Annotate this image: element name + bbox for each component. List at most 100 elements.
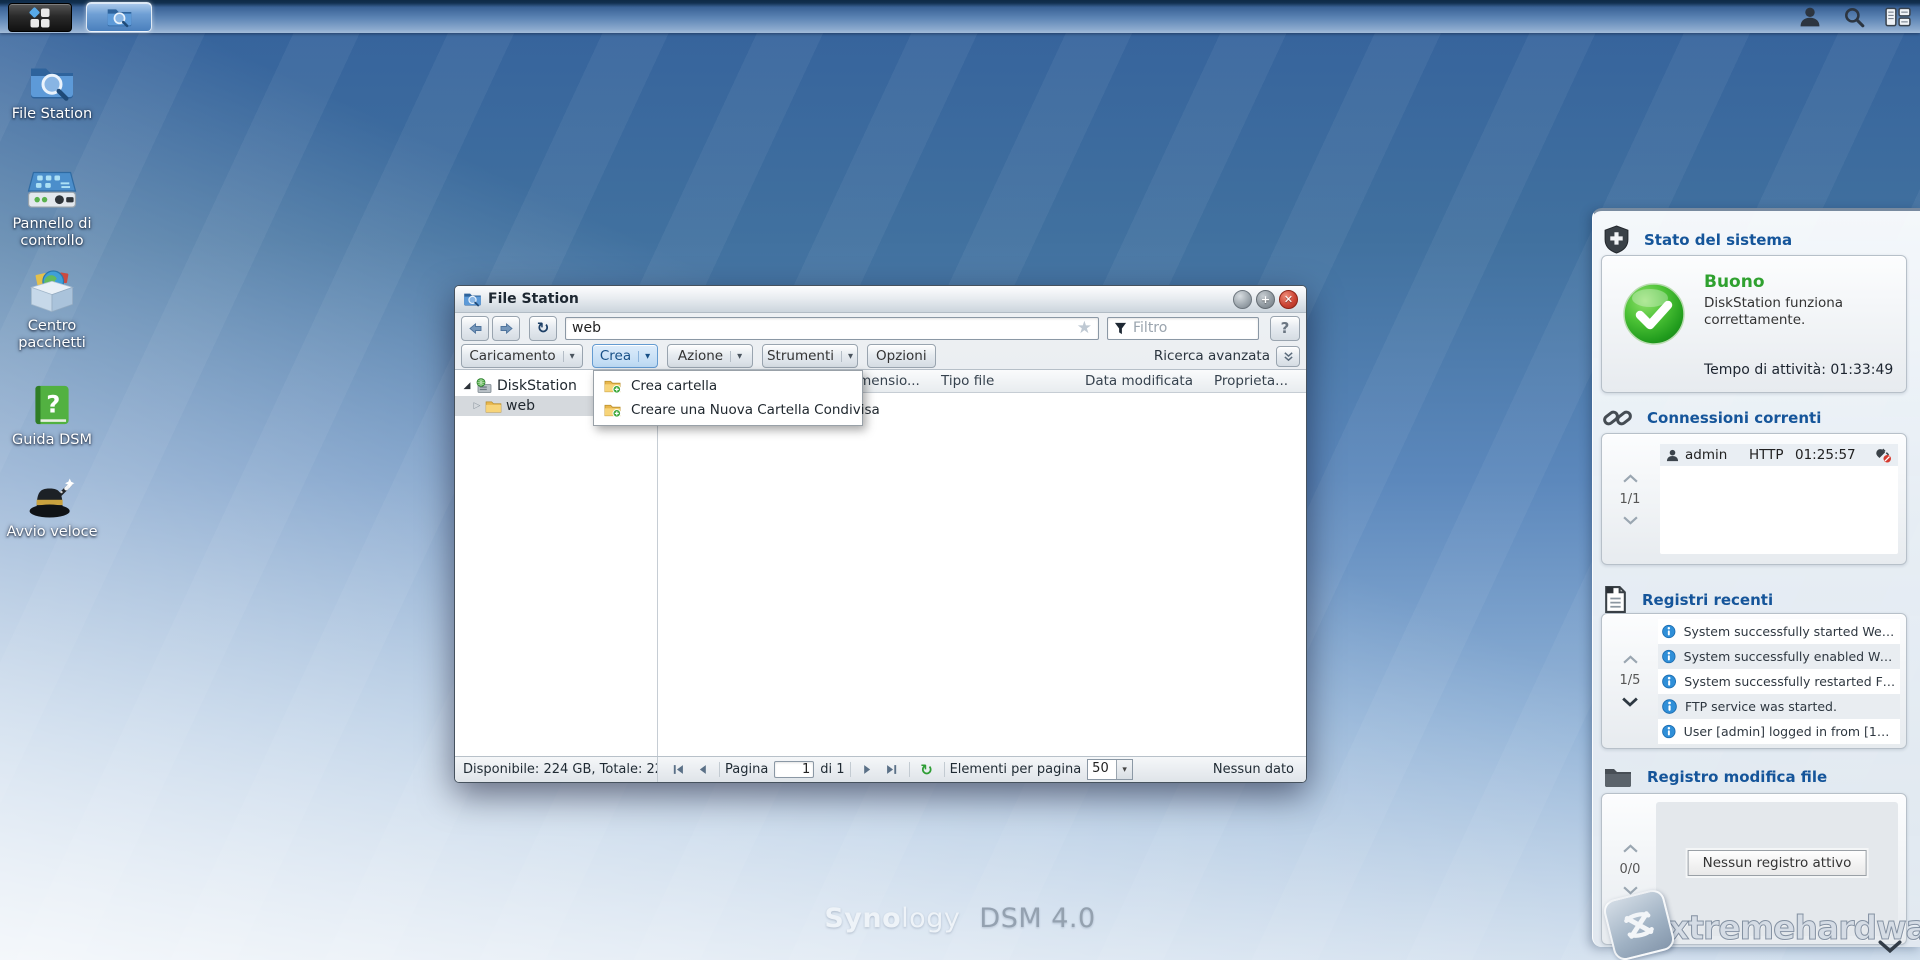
path-field: ★ [565, 316, 1099, 340]
help-button[interactable]: ? [1270, 315, 1300, 341]
menu-item-create-folder[interactable]: Crea cartella [594, 374, 862, 398]
connection-user: admin [1685, 447, 1728, 463]
page-field [774, 761, 815, 778]
advanced-search-label: Ricerca avanzata [1153, 348, 1270, 364]
search-icon[interactable] [1840, 5, 1868, 29]
options-button[interactable]: Opzioni [867, 344, 936, 368]
desktop-icon-label: Centro pacchetti [18, 318, 86, 351]
uptime-text: Tempo di attività: 01:33:49 [1704, 362, 1894, 378]
caret-down-icon: ▾ [841, 350, 853, 362]
widget-title: Connessioni correnti [1647, 409, 1822, 427]
desktop: File Station Pannello di controllo Centr… [0, 0, 1920, 960]
first-page-button[interactable] [666, 760, 690, 779]
info-icon [1662, 649, 1676, 664]
package-center-icon [6, 268, 98, 314]
file-station-window: File Station + ✕ ↻ ★ ? [454, 285, 1307, 783]
log-row: System successfully enabled WebD... [1658, 644, 1900, 669]
pilot-view-icon[interactable] [1884, 5, 1912, 29]
last-page-button[interactable] [880, 760, 904, 779]
page-down-icon[interactable] [1622, 697, 1638, 707]
page-input[interactable] [775, 762, 814, 777]
separator [849, 762, 851, 777]
bookmark-star-icon[interactable]: ★ [1077, 318, 1092, 338]
desktop-icon-quick-start[interactable]: Avvio veloce [6, 476, 98, 541]
log-row: User [admin] logged in from [10.16... [1658, 719, 1900, 744]
tree-item-label: web [506, 398, 535, 414]
desktop-icon-label: File Station [11, 106, 93, 122]
forward-button[interactable] [492, 315, 520, 341]
advanced-search-toggle[interactable] [1276, 345, 1300, 367]
main-menu-button[interactable] [8, 3, 72, 32]
create-menu-button[interactable]: Crea ▾ [592, 344, 658, 368]
info-icon [1662, 674, 1677, 689]
path-input[interactable] [566, 320, 1077, 336]
desktop-icon-file-station[interactable]: File Station [6, 62, 98, 123]
status-description: DiskStation funziona correttamente. [1704, 295, 1844, 328]
minimize-button[interactable] [1233, 289, 1252, 309]
user-icon[interactable] [1796, 5, 1824, 29]
widget-title: Registro modifica file [1647, 768, 1828, 786]
tree-collapsed-icon[interactable]: ▷ [471, 401, 483, 411]
status-state: Buono [1704, 272, 1765, 292]
desktop-icon-package-center[interactable]: Centro pacchetti [6, 268, 98, 351]
control-panel-icon [6, 170, 98, 212]
column-header-type[interactable]: Tipo file [941, 373, 994, 389]
close-button[interactable]: ✕ [1279, 289, 1298, 309]
select-arrow-icon: ▾ [1116, 760, 1133, 779]
connections-pager: 1/1 [1602, 434, 1658, 564]
upload-menu-button[interactable]: Caricamento ▾ [461, 344, 583, 368]
connection-row: admin HTTP 01:25:57 [1660, 444, 1898, 466]
back-button[interactable] [461, 315, 489, 341]
connections-list: admin HTTP 01:25:57 [1660, 444, 1898, 554]
desktop-icon-label: Guida DSM [11, 432, 93, 448]
window-titlebar[interactable]: File Station + ✕ [455, 286, 1306, 313]
widget-title: Registri recenti [1642, 590, 1774, 609]
page-up-icon[interactable] [1622, 473, 1638, 483]
filter-funnel-icon [1114, 322, 1127, 335]
system-status-card: Buono DiskStation funziona correttamente… [1601, 255, 1907, 393]
disconnect-icon[interactable] [1875, 448, 1892, 463]
folder-icon [485, 400, 502, 413]
folder-tree: ◢ DiskStation ▷ web [455, 370, 658, 756]
menu-item-create-shared-folder[interactable]: Creare una Nuova Cartella Condivisa [594, 398, 880, 422]
log-document-icon [1605, 586, 1626, 613]
next-page-button[interactable] [856, 760, 880, 779]
connection-protocol: HTTP [1749, 447, 1784, 463]
caret-down-icon: ▾ [562, 350, 575, 362]
svg-text:?: ? [46, 390, 60, 419]
tools-menu-button[interactable]: Strumenti ▾ [762, 344, 858, 368]
window-title-icon [463, 291, 482, 307]
pager-count: 1/5 [1619, 673, 1641, 688]
filter-input[interactable] [1127, 320, 1258, 336]
refresh-button[interactable]: ↻ [529, 315, 557, 341]
info-icon [1662, 624, 1676, 639]
menu-item-label: Crea cartella [631, 378, 718, 394]
separator [943, 762, 945, 777]
log-row: FTP service was started. [1658, 694, 1900, 719]
per-page-select[interactable]: 50 ▾ [1087, 759, 1134, 780]
caret-down-icon: ▾ [730, 350, 742, 362]
page-down-icon[interactable] [1622, 515, 1638, 525]
site-watermark: xtremehardware.com [1668, 908, 1920, 948]
page-up-icon[interactable] [1622, 843, 1638, 853]
desktop-icon-label: Pannello di controllo [12, 216, 92, 249]
shield-icon [1604, 225, 1629, 254]
separator [719, 762, 720, 777]
page-up-icon[interactable] [1622, 655, 1638, 664]
desktop-icon-dsm-help[interactable]: ? Guida DSM [6, 382, 98, 449]
refresh-list-button[interactable]: ↻ [915, 760, 939, 779]
window-title: File Station [488, 291, 579, 307]
maximize-button[interactable]: + [1256, 289, 1275, 309]
connections-card: 1/1 admin HTTP 01:25:57 [1601, 433, 1907, 565]
filter-field [1107, 316, 1259, 340]
column-header-modified[interactable]: Data modificata [1078, 373, 1193, 389]
brand-rest: logy [901, 903, 961, 934]
widget-panel: Stato del sistema Buono DiskStation funz… [1592, 208, 1920, 947]
tree-expanded-icon[interactable]: ◢ [461, 381, 473, 391]
desktop-icon-control-panel[interactable]: Pannello di controllo [6, 170, 98, 249]
taskbar-file-station-button[interactable] [86, 2, 152, 32]
prev-page-button[interactable] [690, 760, 714, 779]
action-menu-button[interactable]: Azione ▾ [667, 344, 753, 368]
nas-icon [475, 378, 493, 394]
column-header-owner[interactable]: Proprieta... [1214, 373, 1288, 389]
